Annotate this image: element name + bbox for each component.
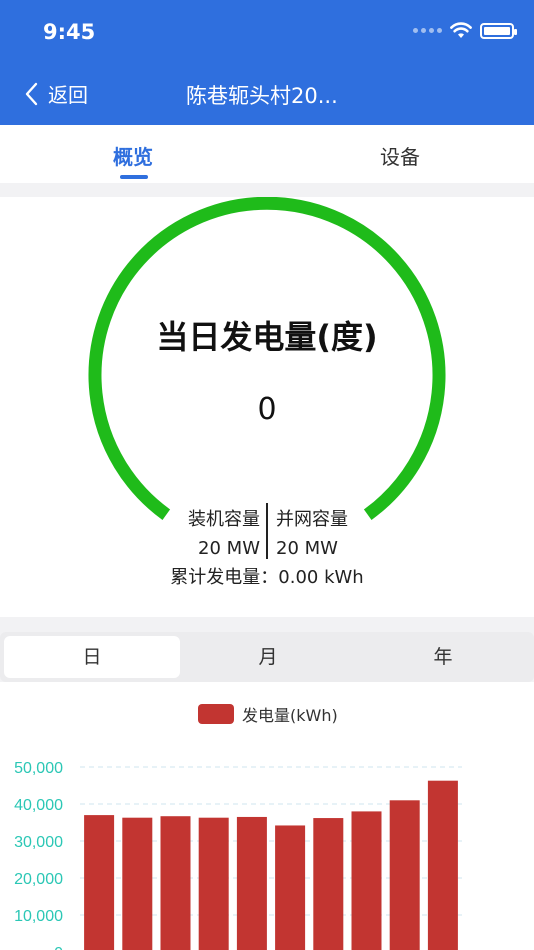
installed-capacity-value: 20 MW [198,538,260,559]
grid-capacity-label: 并网容量 [276,509,348,530]
wifi-icon [450,22,472,38]
period-day[interactable]: 日 [4,636,180,678]
y-tick-label: 30,000 [14,834,63,851]
tab-device[interactable]: 设备 [380,141,420,170]
gauge-title: 当日发电量(度) [156,318,378,356]
installed-capacity-label: 装机容量 [188,509,260,530]
tab-overview[interactable]: 概览 [113,141,153,170]
chart-bar[interactable] [160,816,191,950]
y-tick-label: 40,000 [14,797,63,814]
chart-bar[interactable] [275,825,306,950]
gauge-value: 0 [257,392,277,427]
chart-bar[interactable] [313,818,344,950]
generation-chart: 发电量(kWh) 010,00020,00030,00040,00050,000 [0,682,534,950]
tab-bar: 概览 设备 [0,125,534,183]
chart-bar[interactable] [198,817,229,950]
bar-chart: 0 10,000 20,000 30,000 40,000 50,000 [14,760,462,950]
y-tick-label: 10,000 [14,908,63,925]
status-time: 9:45 [43,20,96,44]
chart-bar[interactable] [427,780,458,950]
period-year[interactable]: 年 [356,636,530,678]
capacity-divider [266,503,268,559]
y-tick-label: 0 [54,945,63,950]
y-tick-label: 50,000 [14,760,63,777]
grid-capacity-value: 20 MW [276,538,338,559]
period-selector: 日 月 年 [0,632,534,682]
back-label: 返回 [48,83,88,107]
installed-capacity: 装机容量 20 MW [188,505,260,563]
active-tab-indicator [120,175,148,179]
status-icons [413,22,517,39]
app-header: 9:45 返回 陈巷轭头村20... [0,0,534,125]
chart-bar[interactable] [351,811,382,950]
period-month[interactable]: 月 [180,636,356,678]
chart-bar[interactable] [389,800,420,950]
chevron-left-icon [25,82,38,105]
total-generation: 累计发电量：0.00 kWh [0,563,534,589]
chart-bar[interactable] [122,817,153,950]
chart-bar[interactable] [236,816,267,950]
signal-icon [413,28,442,33]
total-generation-value: 0.00 kWh [278,567,364,588]
total-generation-label: 累计发电量： [170,567,279,588]
y-tick-label: 20,000 [14,871,63,888]
battery-icon [480,22,517,39]
page-title: 陈巷轭头村20... [186,84,338,108]
back-button[interactable]: 返回 [24,79,88,108]
chart-bar[interactable] [84,815,115,950]
grid-capacity: 并网容量 20 MW [276,505,348,563]
daily-generation-card: 当日发电量(度) 0 装机容量 20 MW 并网容量 20 MW 累计发电量：0… [0,197,534,617]
